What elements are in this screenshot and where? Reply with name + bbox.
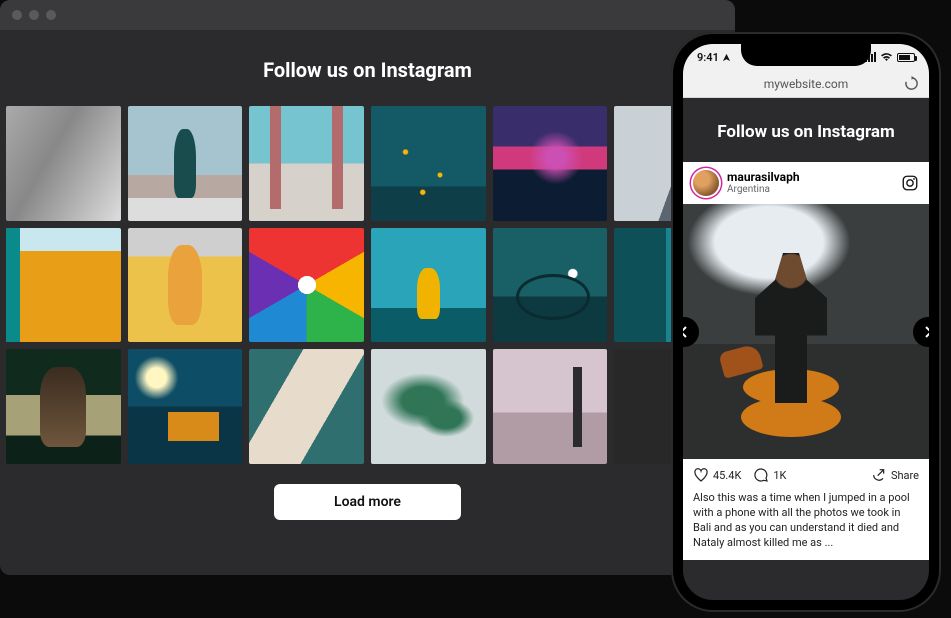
wifi-icon xyxy=(880,52,893,62)
post-card: maurasilvaph Argentina xyxy=(683,162,929,560)
post-actions: 45.4K 1K Share xyxy=(683,459,929,491)
comment-button[interactable]: 1K xyxy=(753,467,786,483)
share-button[interactable]: Share xyxy=(871,467,919,483)
load-more-button[interactable]: Load more xyxy=(274,484,461,520)
comment-count: 1K xyxy=(773,469,786,482)
phone-frame: 9:41 mywebsite.com Follow us on Instagra… xyxy=(671,32,941,612)
photo-detail xyxy=(718,343,763,378)
grid-thumb[interactable] xyxy=(249,228,364,343)
reload-icon[interactable] xyxy=(904,76,919,91)
share-label: Share xyxy=(891,469,919,482)
url-text: mywebsite.com xyxy=(764,77,849,91)
instagram-grid xyxy=(6,106,729,464)
grid-thumb[interactable] xyxy=(128,349,243,464)
phone-notch xyxy=(741,44,871,66)
grid-thumb[interactable] xyxy=(128,106,243,221)
battery-icon xyxy=(897,53,915,62)
status-right xyxy=(865,52,915,62)
username: maurasilvaph xyxy=(727,171,800,184)
mobile-heading: Follow us on Instagram xyxy=(683,98,929,162)
chevron-left-icon xyxy=(683,326,689,338)
post-media-wrap xyxy=(683,204,929,459)
grid-thumb[interactable] xyxy=(493,349,608,464)
user-block[interactable]: maurasilvaph Argentina xyxy=(727,171,800,195)
avatar[interactable] xyxy=(693,170,719,196)
phone-screen: 9:41 mywebsite.com Follow us on Instagra… xyxy=(683,44,929,600)
status-time: 9:41 xyxy=(697,51,731,64)
grid-thumb[interactable] xyxy=(493,228,608,343)
browser-window: Follow us on Instagram Load more xyxy=(0,0,735,575)
window-titlebar xyxy=(0,0,735,30)
status-time-text: 9:41 xyxy=(697,51,719,64)
instagram-icon[interactable] xyxy=(901,174,919,192)
grid-thumb[interactable] xyxy=(371,349,486,464)
user-location: Argentina xyxy=(727,184,800,195)
page-content: Follow us on Instagram Load more xyxy=(0,30,735,536)
window-dot-min[interactable] xyxy=(29,10,39,20)
grid-thumb[interactable] xyxy=(249,349,364,464)
grid-thumb[interactable] xyxy=(6,106,121,221)
grid-thumb[interactable] xyxy=(493,106,608,221)
window-dot-max[interactable] xyxy=(46,10,56,20)
window-dot-close[interactable] xyxy=(12,10,22,20)
grid-thumb[interactable] xyxy=(128,228,243,343)
grid-thumb[interactable] xyxy=(371,228,486,343)
share-icon xyxy=(871,467,887,483)
grid-thumb[interactable] xyxy=(6,349,121,464)
post-photo[interactable] xyxy=(683,204,929,459)
like-button[interactable]: 45.4K xyxy=(693,467,741,483)
page-title: Follow us on Instagram xyxy=(6,58,729,82)
like-count: 45.4K xyxy=(713,469,741,482)
comment-icon xyxy=(753,467,769,483)
post-header: maurasilvaph Argentina xyxy=(683,162,929,204)
url-bar[interactable]: mywebsite.com xyxy=(683,70,929,98)
grid-thumb[interactable] xyxy=(6,228,121,343)
post-caption: Also this was a time when I jumped in a … xyxy=(683,491,929,560)
chevron-right-icon xyxy=(923,326,929,338)
grid-thumb[interactable] xyxy=(371,106,486,221)
grid-thumb[interactable] xyxy=(249,106,364,221)
heart-icon xyxy=(693,467,709,483)
location-icon xyxy=(722,53,731,62)
